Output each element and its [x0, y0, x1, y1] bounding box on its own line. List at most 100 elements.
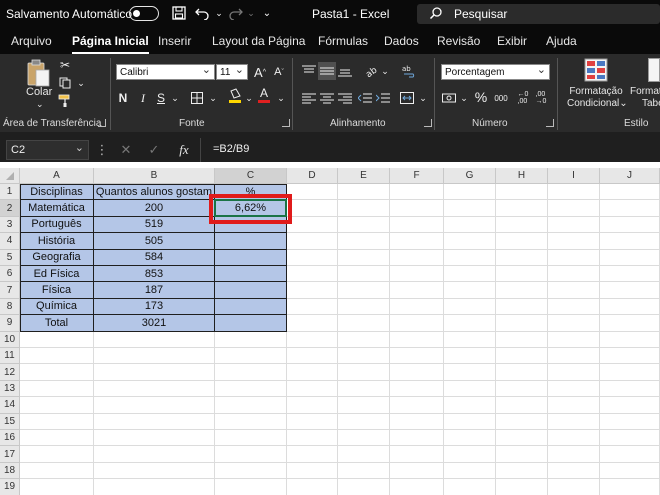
- cell-c14[interactable]: [215, 397, 287, 414]
- wrap-text-icon[interactable]: ab: [400, 62, 418, 80]
- cell-i15[interactable]: [548, 413, 600, 430]
- cell-b18[interactable]: [94, 462, 215, 480]
- cell-i14[interactable]: [548, 397, 600, 414]
- cell-c19[interactable]: [215, 479, 287, 495]
- font-color-dropdown-icon[interactable]: ⌄: [272, 89, 290, 107]
- cell-g6[interactable]: [444, 266, 496, 283]
- cell-g16[interactable]: [444, 430, 496, 447]
- tab-layout-da-pagina[interactable]: Layout da Página: [212, 34, 305, 48]
- cell-f13[interactable]: [390, 380, 444, 398]
- cell-a13[interactable]: [20, 380, 94, 398]
- cell-c7[interactable]: [215, 282, 287, 299]
- cell-g19[interactable]: [444, 479, 496, 495]
- cell-d3[interactable]: [287, 216, 338, 234]
- cell-c3[interactable]: [215, 216, 287, 234]
- cell-g18[interactable]: [444, 462, 496, 480]
- cell-h3[interactable]: [496, 216, 548, 234]
- cell-j10[interactable]: [600, 331, 660, 348]
- cell-a19[interactable]: [20, 479, 94, 495]
- row-header-17[interactable]: 17: [0, 446, 20, 463]
- row-header-12[interactable]: 12: [0, 364, 20, 381]
- cell-e15[interactable]: [338, 413, 390, 430]
- cell-e1[interactable]: [338, 184, 390, 201]
- cell-h7[interactable]: [496, 282, 548, 299]
- cell-j6[interactable]: [600, 266, 660, 283]
- cell-d19[interactable]: [287, 479, 338, 495]
- cell-h12[interactable]: [496, 364, 548, 381]
- cell-e16[interactable]: [338, 430, 390, 447]
- cell-j15[interactable]: [600, 413, 660, 430]
- row-header-11[interactable]: 11: [0, 348, 20, 365]
- cell-c6[interactable]: [215, 266, 287, 283]
- cell-h10[interactable]: [496, 331, 548, 348]
- italic-button[interactable]: I: [134, 89, 152, 107]
- cell-j7[interactable]: [600, 282, 660, 299]
- cell-j17[interactable]: [600, 446, 660, 463]
- cell-h15[interactable]: [496, 413, 548, 430]
- cell-a17[interactable]: [20, 446, 94, 463]
- cell-a11[interactable]: [20, 348, 94, 365]
- cell-e10[interactable]: [338, 331, 390, 348]
- cell-e9[interactable]: [338, 315, 390, 332]
- increase-decimal-icon[interactable]: ←0,00: [514, 89, 532, 107]
- cell-a9[interactable]: Total: [20, 315, 94, 332]
- column-header-h[interactable]: H: [496, 168, 548, 184]
- cell-g1[interactable]: [444, 184, 496, 201]
- align-center-icon[interactable]: [318, 89, 336, 107]
- cell-i12[interactable]: [548, 364, 600, 381]
- cell-b7[interactable]: 187: [94, 282, 215, 299]
- row-header-9[interactable]: 9: [0, 315, 20, 332]
- cell-b12[interactable]: [94, 364, 215, 381]
- cut-icon[interactable]: ✂: [56, 56, 74, 74]
- row-header-14[interactable]: 14: [0, 397, 20, 414]
- cell-a10[interactable]: [20, 331, 94, 348]
- merge-dropdown-icon[interactable]: ⌄: [414, 89, 432, 107]
- tab-dados[interactable]: Dados: [384, 34, 419, 48]
- column-header-g[interactable]: G: [444, 168, 496, 184]
- cell-d9[interactable]: [287, 315, 338, 332]
- cell-b17[interactable]: [94, 446, 215, 463]
- cell-g8[interactable]: [444, 298, 496, 316]
- cell-h17[interactable]: [496, 446, 548, 463]
- cell-i6[interactable]: [548, 266, 600, 283]
- cell-i7[interactable]: [548, 282, 600, 299]
- cell-g13[interactable]: [444, 380, 496, 398]
- tab-revisao[interactable]: Revisão: [437, 34, 480, 48]
- cell-e5[interactable]: [338, 249, 390, 266]
- cell-g10[interactable]: [444, 331, 496, 348]
- cell-i9[interactable]: [548, 315, 600, 332]
- cell-g14[interactable]: [444, 397, 496, 414]
- cell-h2[interactable]: [496, 200, 548, 217]
- cell-a3[interactable]: Português: [20, 216, 94, 234]
- align-bottom-icon[interactable]: [336, 62, 354, 80]
- row-header-2[interactable]: 2: [0, 200, 20, 217]
- more-options-icon[interactable]: ⋮: [94, 142, 110, 158]
- row-header-18[interactable]: 18: [0, 462, 20, 480]
- column-header-i[interactable]: I: [548, 168, 600, 184]
- cell-h4[interactable]: [496, 233, 548, 250]
- cell-d17[interactable]: [287, 446, 338, 463]
- underline-dropdown-icon[interactable]: ⌄: [166, 89, 184, 107]
- cell-d6[interactable]: [287, 266, 338, 283]
- cell-g7[interactable]: [444, 282, 496, 299]
- cell-c15[interactable]: [215, 413, 287, 430]
- column-header-f[interactable]: F: [390, 168, 444, 184]
- cell-g2[interactable]: [444, 200, 496, 217]
- cell-g12[interactable]: [444, 364, 496, 381]
- font-launcher-icon[interactable]: [282, 119, 290, 127]
- cell-f14[interactable]: [390, 397, 444, 414]
- row-header-6[interactable]: 6: [0, 266, 20, 283]
- cell-f18[interactable]: [390, 462, 444, 480]
- cell-i1[interactable]: [548, 184, 600, 201]
- cell-a14[interactable]: [20, 397, 94, 414]
- cell-h1[interactable]: [496, 184, 548, 201]
- cell-b15[interactable]: [94, 413, 215, 430]
- cell-e19[interactable]: [338, 479, 390, 495]
- cell-e6[interactable]: [338, 266, 390, 283]
- row-header-16[interactable]: 16: [0, 430, 20, 447]
- cell-b13[interactable]: [94, 380, 215, 398]
- row-header-5[interactable]: 5: [0, 249, 20, 266]
- enter-icon[interactable]: ✓: [146, 142, 162, 158]
- cell-a12[interactable]: [20, 364, 94, 381]
- cell-a6[interactable]: Ed Física: [20, 266, 94, 283]
